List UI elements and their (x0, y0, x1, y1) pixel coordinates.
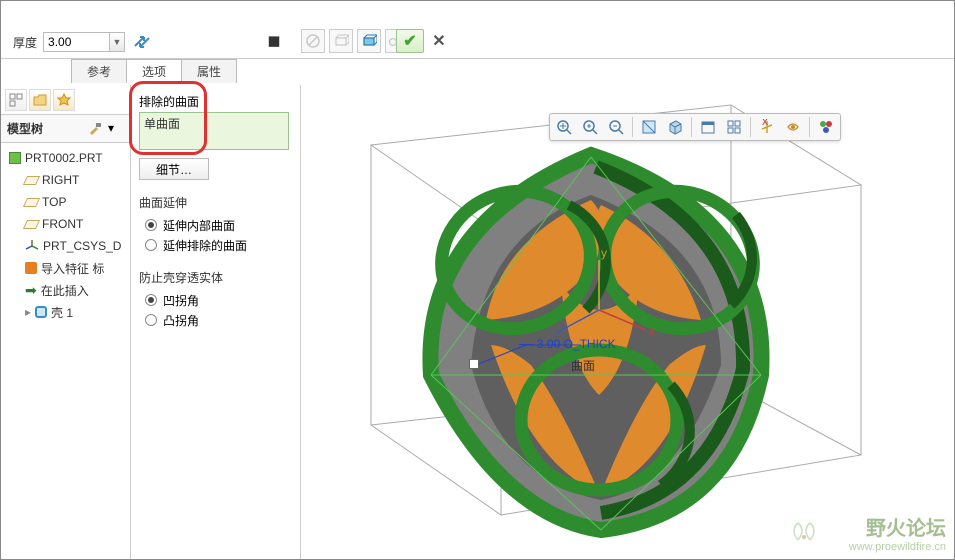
thickness-input-group: ▼ (43, 32, 125, 52)
excluded-surfaces-list[interactable]: 单曲面 (139, 112, 289, 150)
svg-text:y: y (601, 246, 607, 260)
tree-insert-here[interactable]: ➡在此插入 (3, 279, 128, 301)
tree-tool-settings-icon[interactable]: ▾ (108, 121, 124, 137)
feature-toolbar: ▮▮ (261, 29, 409, 53)
prevent-title: 防止壳穿透实体 (139, 269, 292, 286)
tree-plane-right[interactable]: RIGHT (3, 169, 128, 191)
tree-title: 模型树 (7, 120, 43, 137)
thickness-label: 厚度 (13, 34, 37, 51)
thickness-dropdown[interactable]: ▼ (109, 32, 125, 52)
saved-views-icon[interactable] (696, 116, 720, 138)
tree-header: 模型树 ▾ (1, 115, 130, 143)
tree-plane-top[interactable]: TOP (3, 191, 128, 213)
watermark-title: 野火论坛 (849, 512, 946, 541)
tree-plane-front[interactable]: FRONT (3, 213, 128, 235)
viewport[interactable]: y x — 3.00 O_THICK 曲面 (301, 85, 954, 559)
extend-radio-group: 延伸内部曲面 延伸排除的曲面 (139, 215, 292, 255)
box-icon[interactable] (329, 29, 353, 53)
datum-display-icon[interactable]: x (755, 116, 779, 138)
flip-direction-icon[interactable] (131, 31, 153, 53)
3d-view-svg: y x (301, 85, 951, 560)
dimension-label[interactable]: — 3.00 O_THICK (519, 335, 616, 351)
watermark-url: www.proewildfire.cn (849, 541, 946, 553)
spin-center-icon[interactable] (814, 116, 838, 138)
tab-options[interactable]: 选项 (126, 59, 182, 83)
extend-title: 曲面延伸 (139, 194, 292, 211)
repaint-icon[interactable] (637, 116, 661, 138)
zoom-out-icon[interactable] (604, 116, 628, 138)
drag-handle[interactable] (469, 359, 479, 369)
tree-shell[interactable]: ▸壳 1 (3, 301, 128, 323)
tabs-row: 参考 选项 属性 (1, 59, 954, 85)
extend-excluded-radio[interactable]: 延伸排除的曲面 (145, 235, 292, 255)
options-panel: 排除的曲面 单曲面 细节… 曲面延伸 延伸内部曲面 延伸排除的曲面 防止壳穿透实… (131, 85, 301, 559)
tree-csys[interactable]: PRT_CSYS_D (3, 235, 128, 257)
tree-import[interactable]: 导入特征 标 (3, 257, 128, 279)
box-active-icon[interactable] (357, 29, 381, 53)
watermark: 野火论坛 www.proewildfire.cn (849, 512, 946, 553)
view-manager-icon[interactable] (722, 116, 746, 138)
concave-radio[interactable]: 凹拐角 (145, 290, 292, 310)
svg-text:x: x (762, 119, 768, 128)
cancel-button[interactable]: ✕ (430, 32, 448, 50)
excluded-surfaces-label: 排除的曲面 (139, 93, 292, 110)
zoom-in-icon[interactable] (578, 116, 602, 138)
detail-button[interactable]: 细节… (139, 158, 209, 180)
tree-part[interactable]: PRT0002.PRT (3, 147, 128, 169)
tab-reference[interactable]: 参考 (71, 59, 127, 83)
tree-tool-hammer-icon[interactable] (88, 121, 104, 137)
confirm-group: ✔ ✕ (396, 29, 448, 53)
prevent-radio-group: 凹拐角 凸拐角 (139, 290, 292, 330)
model-tree-panel: 模型树 ▾ PRT0002.PRT RIGHT TOP FRONT PRT_CS… (1, 85, 131, 559)
no-icon[interactable] (301, 29, 325, 53)
surface-label: 曲面 (571, 357, 595, 374)
refit-icon[interactable] (552, 116, 576, 138)
extend-internal-radio[interactable]: 延伸内部曲面 (145, 215, 292, 235)
display-style-icon[interactable] (663, 116, 687, 138)
annotation-display-icon[interactable] (781, 116, 805, 138)
pause-icon[interactable]: ▮▮ (261, 29, 285, 53)
tree-folder-icon[interactable] (29, 89, 51, 111)
excluded-surface-item[interactable]: 单曲面 (144, 115, 284, 132)
watermark-logo (788, 515, 824, 545)
top-toolbar: 厚度 ▼ ▮▮ ✔ ✕ (1, 1, 954, 59)
tab-properties[interactable]: 属性 (181, 59, 237, 83)
view-toolbar: x (549, 113, 841, 141)
convex-radio[interactable]: 凸拐角 (145, 310, 292, 330)
tree-favorite-icon[interactable] (53, 89, 75, 111)
apply-button[interactable]: ✔ (396, 29, 424, 53)
tree-view-icon[interactable] (5, 89, 27, 111)
tree-toolbar (1, 85, 130, 115)
svg-text:x: x (649, 324, 655, 338)
model-tree: PRT0002.PRT RIGHT TOP FRONT PRT_CSYS_D 导… (1, 143, 130, 327)
